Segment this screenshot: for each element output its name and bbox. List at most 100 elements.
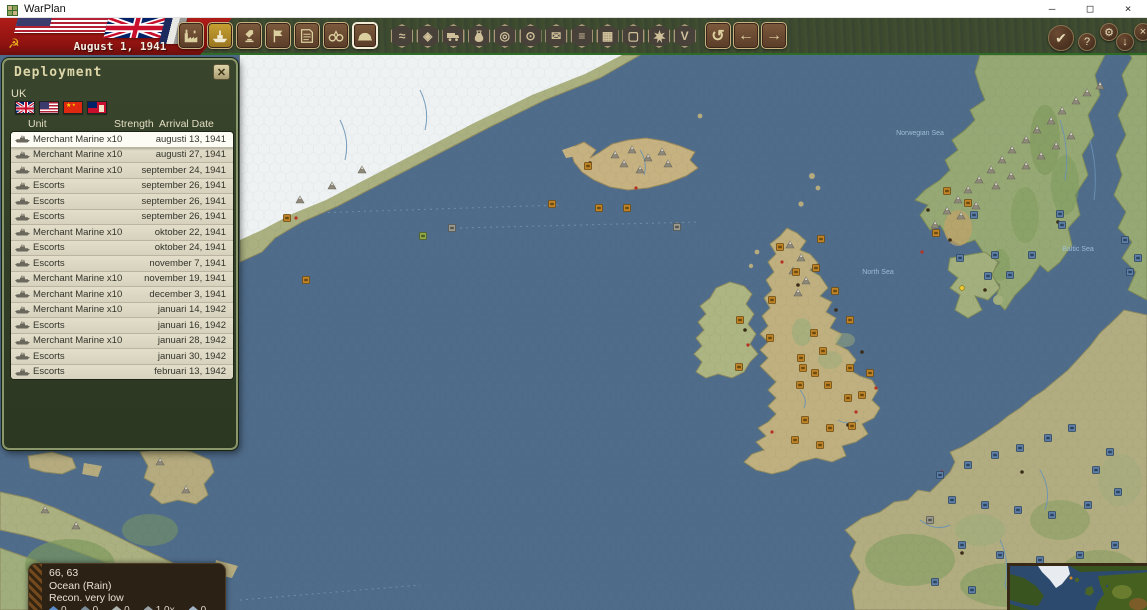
unit-counter[interactable]	[801, 416, 809, 424]
unit-counter[interactable]	[991, 251, 999, 259]
unit-counter[interactable]	[846, 364, 854, 372]
unit-counter[interactable]	[768, 296, 776, 304]
unit-counter[interactable]	[797, 354, 805, 362]
deployment-row[interactable]: Merchant Marine x10 november 19, 1941	[11, 271, 233, 287]
unit-counter[interactable]	[1048, 511, 1056, 519]
reports-button[interactable]	[294, 22, 320, 49]
unit-counter[interactable]	[1076, 551, 1084, 559]
deployment-row[interactable]: Merchant Marine x10 augusti 13, 1941	[11, 132, 233, 148]
unit-counter[interactable]	[824, 381, 832, 389]
unit-counter[interactable]	[970, 211, 978, 219]
unit-counter[interactable]	[736, 316, 744, 324]
deployment-row[interactable]: Escorts januari 16, 1942	[11, 318, 233, 334]
china-flag-tab[interactable]: ★ ★	[63, 101, 83, 114]
deployment-row[interactable]: Escorts oktober 24, 1941	[11, 240, 233, 256]
unit-counter[interactable]	[1058, 221, 1066, 229]
unit-counter[interactable]	[548, 200, 556, 208]
deployment-row[interactable]: Escorts november 7, 1941	[11, 256, 233, 272]
unit-counter[interactable]	[810, 329, 818, 337]
unit-counter[interactable]	[595, 204, 603, 212]
recon-button[interactable]	[323, 22, 349, 49]
unit-counter[interactable]	[948, 496, 956, 504]
naval-deployment-button[interactable]	[207, 22, 233, 49]
unit-counter[interactable]	[858, 391, 866, 399]
toggle-hexgrid-button[interactable]: ◈	[416, 24, 439, 48]
unit-counter[interactable]	[623, 204, 631, 212]
unit-counter[interactable]	[1121, 236, 1129, 244]
unit-counter[interactable]	[799, 364, 807, 372]
unit-counter[interactable]	[991, 451, 999, 459]
unit-counter[interactable]	[1014, 506, 1022, 514]
unit-counter[interactable]	[1028, 251, 1036, 259]
undo-button[interactable]: ↺	[705, 22, 731, 49]
deployment-row[interactable]: Escorts september 26, 1941	[11, 178, 233, 194]
unit-counter[interactable]	[931, 578, 939, 586]
unit-counter[interactable]	[968, 586, 976, 594]
toggle-rail-button[interactable]	[442, 24, 465, 48]
unit-counter[interactable]	[964, 461, 972, 469]
unit-counter[interactable]	[1111, 541, 1119, 549]
end-turn-button[interactable]: ✔	[1048, 25, 1074, 51]
deployment-row[interactable]: Escorts januari 30, 1942	[11, 349, 233, 365]
unit-counter[interactable]	[831, 287, 839, 295]
toggle-stacks-button[interactable]: ▦	[596, 24, 619, 48]
settings-button[interactable]: ⚙	[1100, 23, 1118, 41]
toggle-victory-button[interactable]: V	[673, 24, 696, 48]
messages-button[interactable]: ✉	[545, 24, 568, 48]
toggle-regions-button[interactable]: ▢	[622, 24, 645, 48]
unit-counter[interactable]	[844, 394, 852, 402]
unit-counter[interactable]	[1092, 466, 1100, 474]
deployment-row[interactable]: Merchant Marine x10 januari 14, 1942	[11, 302, 233, 318]
unit-counter[interactable]	[956, 254, 964, 262]
toggle-rivers-button[interactable]: ≈	[390, 24, 414, 48]
unit-counter[interactable]	[1044, 434, 1052, 442]
unit-counter[interactable]	[1114, 488, 1122, 496]
deployment-row[interactable]: Merchant Marine x10 december 3, 1941	[11, 287, 233, 303]
unit-counter[interactable]	[1068, 424, 1076, 432]
deployment-row[interactable]: Escorts september 26, 1941	[11, 194, 233, 210]
unit-counter[interactable]	[673, 223, 681, 231]
unit-counter[interactable]	[964, 199, 972, 207]
unit-counter[interactable]	[735, 363, 743, 371]
uk-flag-tab[interactable]	[15, 101, 35, 114]
unit-counter[interactable]	[926, 516, 934, 524]
unit-counter[interactable]	[958, 541, 966, 549]
minimize-icon[interactable]: –	[1033, 0, 1071, 17]
unit-counter[interactable]	[283, 214, 291, 222]
deployment-list[interactable]: Merchant Marine x10 augusti 13, 1941 Mer…	[10, 131, 234, 380]
unit-counter[interactable]	[943, 187, 951, 195]
usa-flag-tab[interactable]	[39, 101, 59, 114]
politics-button[interactable]	[265, 22, 291, 49]
exit-button[interactable]: ×	[1134, 23, 1147, 41]
unit-counter[interactable]	[419, 232, 427, 240]
unit-counter[interactable]	[984, 272, 992, 280]
unit-counter[interactable]	[826, 424, 834, 432]
production-button[interactable]	[178, 22, 204, 49]
help-button[interactable]: ?	[1078, 33, 1096, 51]
unit-counter[interactable]	[1084, 501, 1092, 509]
unit-counter[interactable]	[866, 369, 874, 377]
maximize-icon[interactable]: □	[1071, 0, 1109, 17]
unit-counter[interactable]	[932, 229, 940, 237]
unit-counter[interactable]	[792, 268, 800, 276]
prev-unit-button[interactable]: ←	[733, 22, 759, 49]
deployment-row[interactable]: Escorts februari 13, 1942	[11, 364, 233, 379]
unit-counter[interactable]	[816, 441, 824, 449]
unit-counter[interactable]	[812, 264, 820, 272]
unit-counter[interactable]	[1134, 254, 1142, 262]
save-button[interactable]: ↓	[1116, 33, 1134, 51]
toggle-objectives-button[interactable]: ◎	[493, 24, 516, 48]
unit-counter[interactable]	[811, 369, 819, 377]
toggle-combat-button[interactable]	[647, 24, 671, 48]
toggle-supply-button[interactable]	[468, 24, 491, 48]
unit-counter[interactable]	[448, 224, 456, 232]
unit-counter[interactable]	[1106, 448, 1114, 456]
next-unit-button[interactable]: →	[761, 22, 787, 49]
unit-counter[interactable]	[302, 276, 310, 284]
unit-counter[interactable]	[936, 471, 944, 479]
unit-counter[interactable]	[846, 316, 854, 324]
close-icon[interactable]: ×	[1109, 0, 1147, 17]
deployment-row[interactable]: Merchant Marine x10 januari 28, 1942	[11, 333, 233, 349]
unit-counter[interactable]	[584, 162, 592, 170]
canada-red-ensign-flag-tab[interactable]	[87, 101, 107, 114]
